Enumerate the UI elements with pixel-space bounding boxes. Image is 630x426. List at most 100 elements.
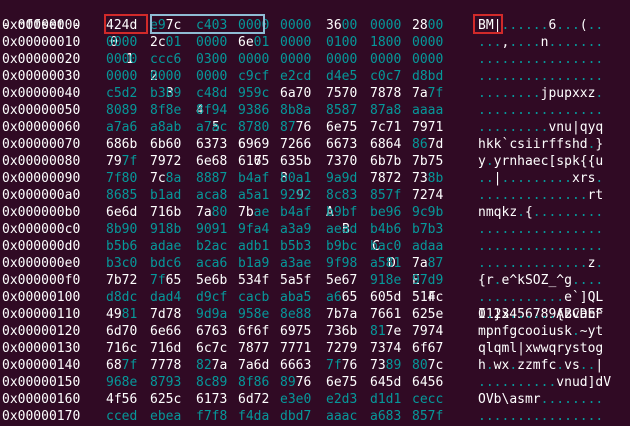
hex-byte: b6 — [385, 222, 402, 237]
hex-byte: 73 — [211, 137, 228, 152]
hex-byte: f7 — [196, 409, 212, 424]
hex-byte: c0 — [385, 239, 402, 254]
ascii-cell: ................ — [478, 103, 604, 118]
hex-group: aba5 — [280, 289, 312, 306]
hex-byte: 79 — [106, 154, 122, 169]
hex-byte: ac — [196, 188, 212, 203]
hex-byte: 93 — [165, 375, 182, 390]
hex-byte: ae — [253, 205, 270, 220]
hex-group: aca8 — [196, 187, 228, 204]
hex-byte: 95 — [238, 86, 254, 101]
hex-byte: d9 — [427, 273, 444, 288]
hex-group: 7771 — [280, 340, 312, 357]
hex-group: 0000 — [326, 51, 358, 68]
hex-byte: aa — [427, 103, 444, 118]
hex-group: 918e — [370, 272, 402, 289]
hex-byte: 62 — [412, 307, 428, 322]
hex-byte: 73 — [326, 154, 342, 169]
offset-cell: 0x00000170 — [2, 409, 81, 424]
hex-group: b2ac — [196, 238, 228, 255]
hex-byte: 00 — [150, 69, 166, 84]
hex-byte: 01 — [165, 35, 182, 50]
hex-byte: 8a — [165, 171, 182, 186]
hexdump-row: 0x00000170 cced ebea f7f8 f4da dbd7 aaac a683 85… — [0, 408, 630, 425]
hex-byte: 00 — [370, 18, 386, 33]
hex-group: 8b8a — [280, 102, 312, 119]
hex-byte: d7 — [295, 409, 312, 424]
hex-group: 857f — [412, 408, 444, 425]
hex-group: b3b9 — [150, 85, 182, 102]
hex-byte: 00 — [106, 52, 122, 67]
hex-group: 6c7c — [196, 340, 228, 357]
hex-byte: 7b — [326, 307, 342, 322]
hex-group: 8c89 — [196, 374, 228, 391]
hex-group: aead — [326, 221, 358, 238]
hex-byte: d1 — [370, 392, 386, 407]
hex-byte: 53 — [238, 273, 254, 288]
hex-byte: 74 — [427, 188, 444, 203]
hex-byte: 7c — [211, 341, 228, 356]
hex-group: 6a70 — [280, 85, 312, 102]
hex-group: b3c0 — [106, 255, 138, 272]
hex-byte: 64 — [370, 375, 386, 390]
hex-byte: 8e — [121, 375, 138, 390]
hexdump-row: 0x000000f0 7b72 7f65 5e6b 534f 5a5f 5e67 918e 97… — [0, 272, 630, 289]
hex-byte: 5b — [295, 154, 312, 169]
hex-byte: 89 — [211, 375, 228, 390]
hex-byte: 00 — [295, 52, 312, 67]
hex-group: 605d — [370, 289, 402, 306]
hex-byte: 36 — [326, 18, 342, 33]
hex-group: a7ac — [196, 119, 228, 136]
hex-group: adae — [150, 238, 182, 255]
hex-byte: 00 — [295, 18, 312, 33]
hex-byte: 6c — [196, 341, 212, 356]
hex-byte: 00 — [211, 52, 228, 67]
hex-byte: ad — [341, 222, 358, 237]
hex-byte: 9b — [427, 205, 444, 220]
ascii-cell: ..............z. — [478, 256, 604, 271]
ascii-cell: BM|......6...(.. — [478, 18, 604, 33]
hex-group: 0000 — [106, 51, 138, 68]
hex-byte: 86 — [253, 375, 270, 390]
hex-byte: 7f — [385, 188, 402, 203]
hex-byte: 6d — [238, 392, 254, 407]
hex-byte: 9f — [238, 222, 254, 237]
hex-group: 6969 — [238, 136, 270, 153]
hex-byte: 9d — [341, 171, 358, 186]
hex-byte: 6d — [165, 341, 182, 356]
hex-byte: 63 — [211, 324, 228, 339]
hex-byte: 67 — [341, 273, 358, 288]
hex-byte: 67 — [196, 324, 212, 339]
offset-cell: 0x00000040 — [2, 86, 81, 101]
offset-cell: 0x00000160 — [2, 392, 81, 407]
hex-group: 6b60 — [150, 136, 182, 153]
hex-byte: 9f — [326, 256, 342, 271]
hex-byte: 00 — [238, 18, 254, 33]
hex-byte: 78 — [370, 86, 386, 101]
hex-byte: 6e — [326, 375, 342, 390]
hex-byte: b5 — [280, 239, 296, 254]
hex-byte: 00 — [295, 35, 312, 50]
hex-byte: 6b — [211, 273, 228, 288]
hex-byte: 76 — [370, 307, 386, 322]
hex-group: c403 — [196, 17, 228, 34]
hex-byte: 6b — [341, 324, 358, 339]
hex-group: 867d — [412, 136, 444, 153]
hex-group: 9a9d — [326, 170, 358, 187]
hex-byte: b9 — [165, 86, 182, 101]
hex-byte: b3 — [295, 239, 312, 254]
hex-byte: 4f — [106, 392, 122, 407]
hex-byte: 7a — [238, 358, 254, 373]
hex-group: 534f — [238, 272, 270, 289]
hex-byte: 5c — [165, 392, 182, 407]
hex-byte: d8 — [106, 290, 122, 305]
hex-byte: 68 — [106, 358, 122, 373]
hex-byte: 60 — [165, 137, 182, 152]
hex-byte: 64 — [412, 375, 428, 390]
ascii-cell: ...........e`]QL — [478, 290, 604, 305]
hex-byte: e2 — [326, 392, 342, 407]
hex-group: b1a9 — [238, 255, 270, 272]
hex-byte: 9c — [253, 86, 270, 101]
hex-group: b0a1 — [280, 170, 312, 187]
hex-group: e97c — [150, 17, 182, 34]
